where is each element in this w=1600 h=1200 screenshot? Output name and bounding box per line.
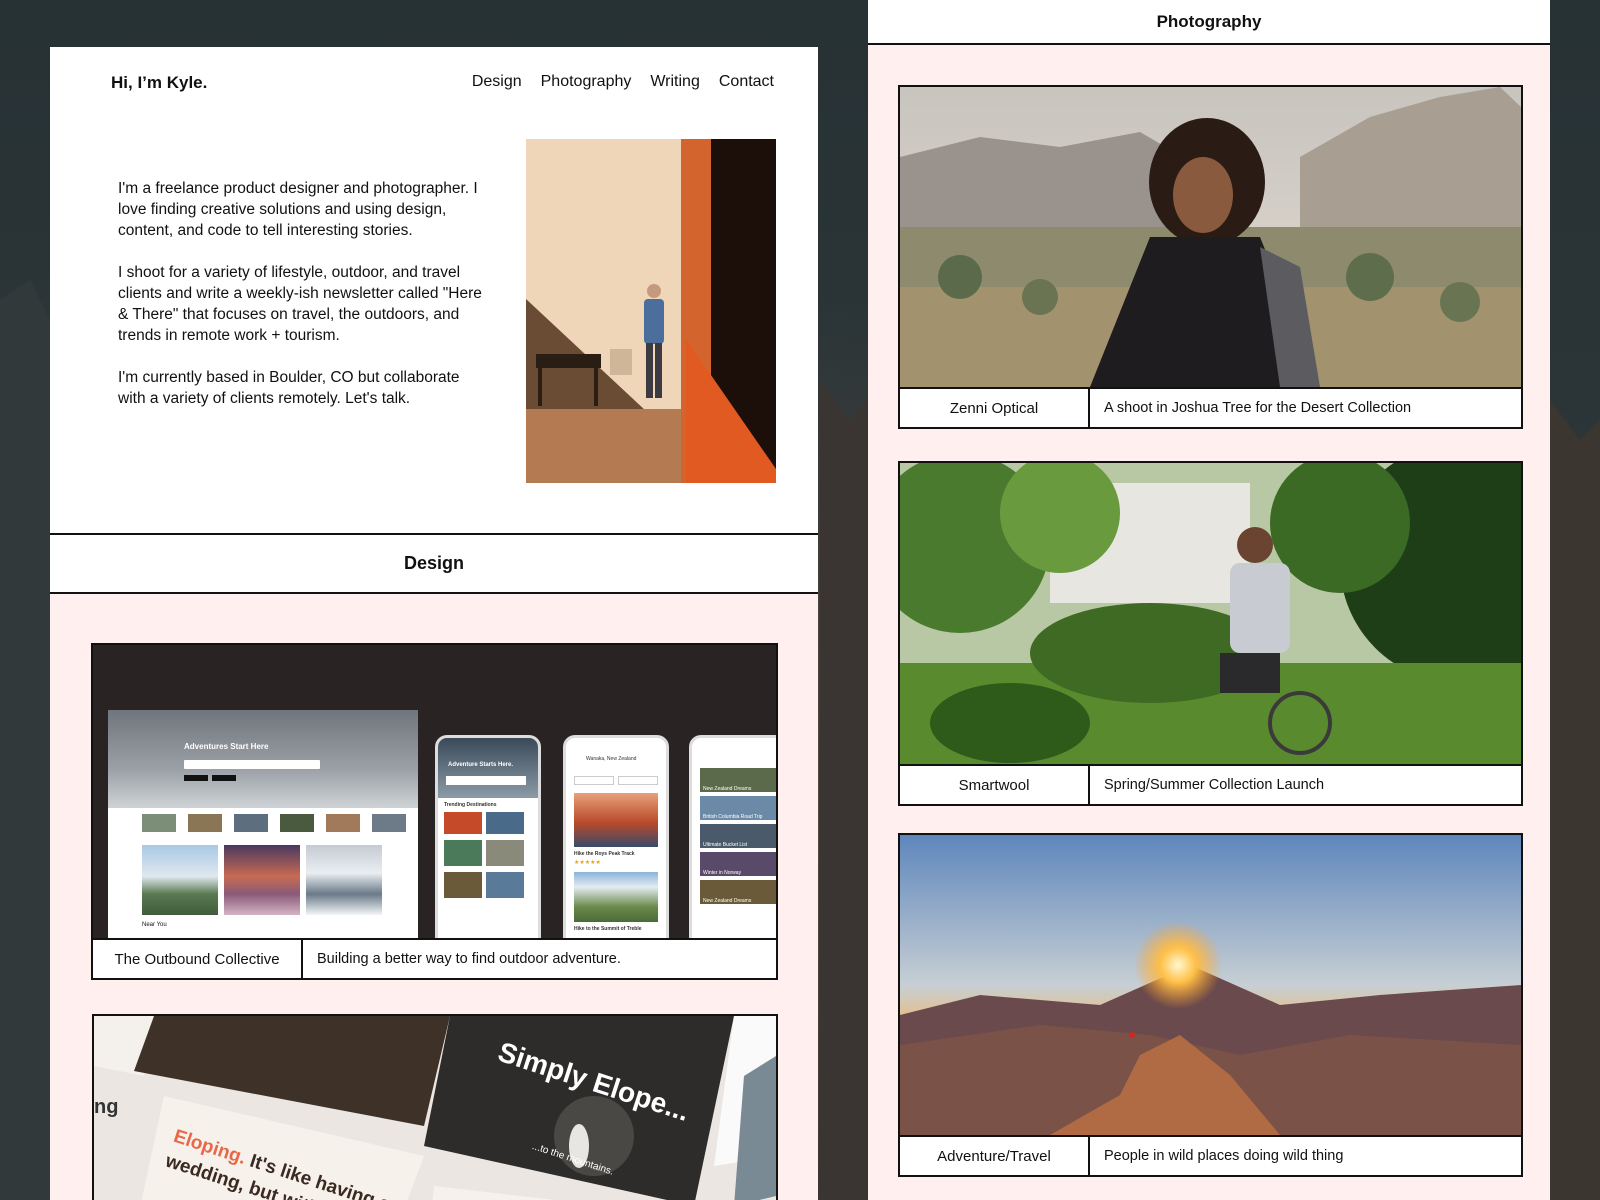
photo-card-adventure[interactable]: Adventure/Travel People in wild places d… bbox=[898, 833, 1523, 1177]
right-page-panel[interactable]: Photography Zenni Optical A shoot in Jos… bbox=[868, 0, 1550, 1200]
phone-mockup-2: Wanaka, New Zealand Hike the Roys Peak T… bbox=[563, 735, 669, 938]
photo-description: People in wild places doing wild thing bbox=[1104, 1148, 1344, 1164]
desktop-mockup: Adventures Start Here Near You bbox=[108, 710, 418, 938]
project-name: The Outbound Collective bbox=[93, 940, 303, 978]
nav-design[interactable]: Design bbox=[472, 73, 522, 91]
adventure-photo bbox=[900, 835, 1521, 1135]
photo-caption: Adventure/Travel People in wild places d… bbox=[900, 1135, 1521, 1175]
photo-caption: Zenni Optical A shoot in Joshua Tree for… bbox=[900, 387, 1521, 427]
mockup-list-item: Winter in Norway bbox=[700, 852, 776, 876]
design-section-title: Design bbox=[50, 535, 818, 594]
intro-section: Hi, I’m Kyle. Design Photography Writing… bbox=[50, 47, 818, 535]
bio-paragraph: I'm currently based in Boulder, CO but c… bbox=[118, 369, 460, 407]
project-description: Building a better way to find outdoor ad… bbox=[317, 951, 621, 967]
nav-contact[interactable]: Contact bbox=[719, 73, 774, 91]
photo-client-name: Adventure/Travel bbox=[900, 1137, 1090, 1175]
elope-mockup: Simply Elope... ...to the mountains. ng … bbox=[94, 1016, 776, 1200]
project-caption: The Outbound Collective Building a bette… bbox=[93, 938, 776, 978]
zenni-photo bbox=[900, 87, 1521, 387]
main-nav: Design Photography Writing Contact bbox=[472, 73, 774, 91]
mockup-phone1-section: Trending Destinations bbox=[444, 802, 497, 808]
project-card-elope[interactable]: Simply Elope... ...to the mountains. ng … bbox=[92, 1014, 778, 1200]
photo-client-name: Smartwool bbox=[900, 766, 1090, 804]
elope-left-fragment: ng bbox=[94, 1096, 119, 1118]
portrait-photo bbox=[526, 139, 776, 483]
nav-writing[interactable]: Writing bbox=[650, 73, 700, 91]
outbound-mockup: Adventures Start Here Near You Adventure… bbox=[93, 645, 776, 938]
photo-description: Spring/Summer Collection Launch bbox=[1104, 777, 1325, 793]
mockup-phone2-item2: Hike to the Summit of Treble bbox=[574, 926, 642, 932]
left-page-panel[interactable]: Hi, I’m Kyle. Design Photography Writing… bbox=[50, 47, 818, 1200]
nav-photography[interactable]: Photography bbox=[541, 73, 632, 91]
photo-card-zenni[interactable]: Zenni Optical A shoot in Joshua Tree for… bbox=[898, 85, 1523, 429]
mockup-list-item: New Zealand Dreams bbox=[700, 768, 776, 792]
mockup-list-item: Ultimate Bucket List bbox=[700, 824, 776, 848]
bio-paragraph: I'm a freelance product designer and pho… bbox=[118, 180, 478, 239]
phone-mockup-1: Adventure Starts Here. Trending Destinat… bbox=[435, 735, 541, 938]
bio-text: I'm a freelance product designer and pho… bbox=[118, 178, 488, 430]
site-brand[interactable]: Hi, I’m Kyle. bbox=[111, 73, 207, 93]
bio-paragraph: I shoot for a variety of lifestyle, outd… bbox=[118, 264, 482, 344]
smartwool-photo bbox=[900, 463, 1521, 764]
photo-description: A shoot in Joshua Tree for the Desert Co… bbox=[1104, 400, 1412, 416]
photo-caption: Smartwool Spring/Summer Collection Launc… bbox=[900, 764, 1521, 804]
project-card-outbound[interactable]: Adventures Start Here Near You Adventure… bbox=[91, 643, 778, 980]
photo-card-smartwool[interactable]: Smartwool Spring/Summer Collection Launc… bbox=[898, 461, 1523, 806]
mockup-phone1-title: Adventure Starts Here. bbox=[448, 762, 514, 768]
photo-client-name: Zenni Optical bbox=[900, 389, 1090, 427]
mockup-list-item: British Columbia Road Trip bbox=[700, 796, 776, 820]
phone-mockup-3: New Zealand Dreams British Columbia Road… bbox=[689, 735, 776, 938]
mockup-list-item: New Zealand Dreams bbox=[700, 880, 776, 904]
photography-section-title: Photography bbox=[868, 0, 1550, 45]
mockup-phone2-location: Wanaka, New Zealand bbox=[586, 756, 637, 762]
mockup-hero-title: Adventures Start Here bbox=[184, 742, 269, 751]
